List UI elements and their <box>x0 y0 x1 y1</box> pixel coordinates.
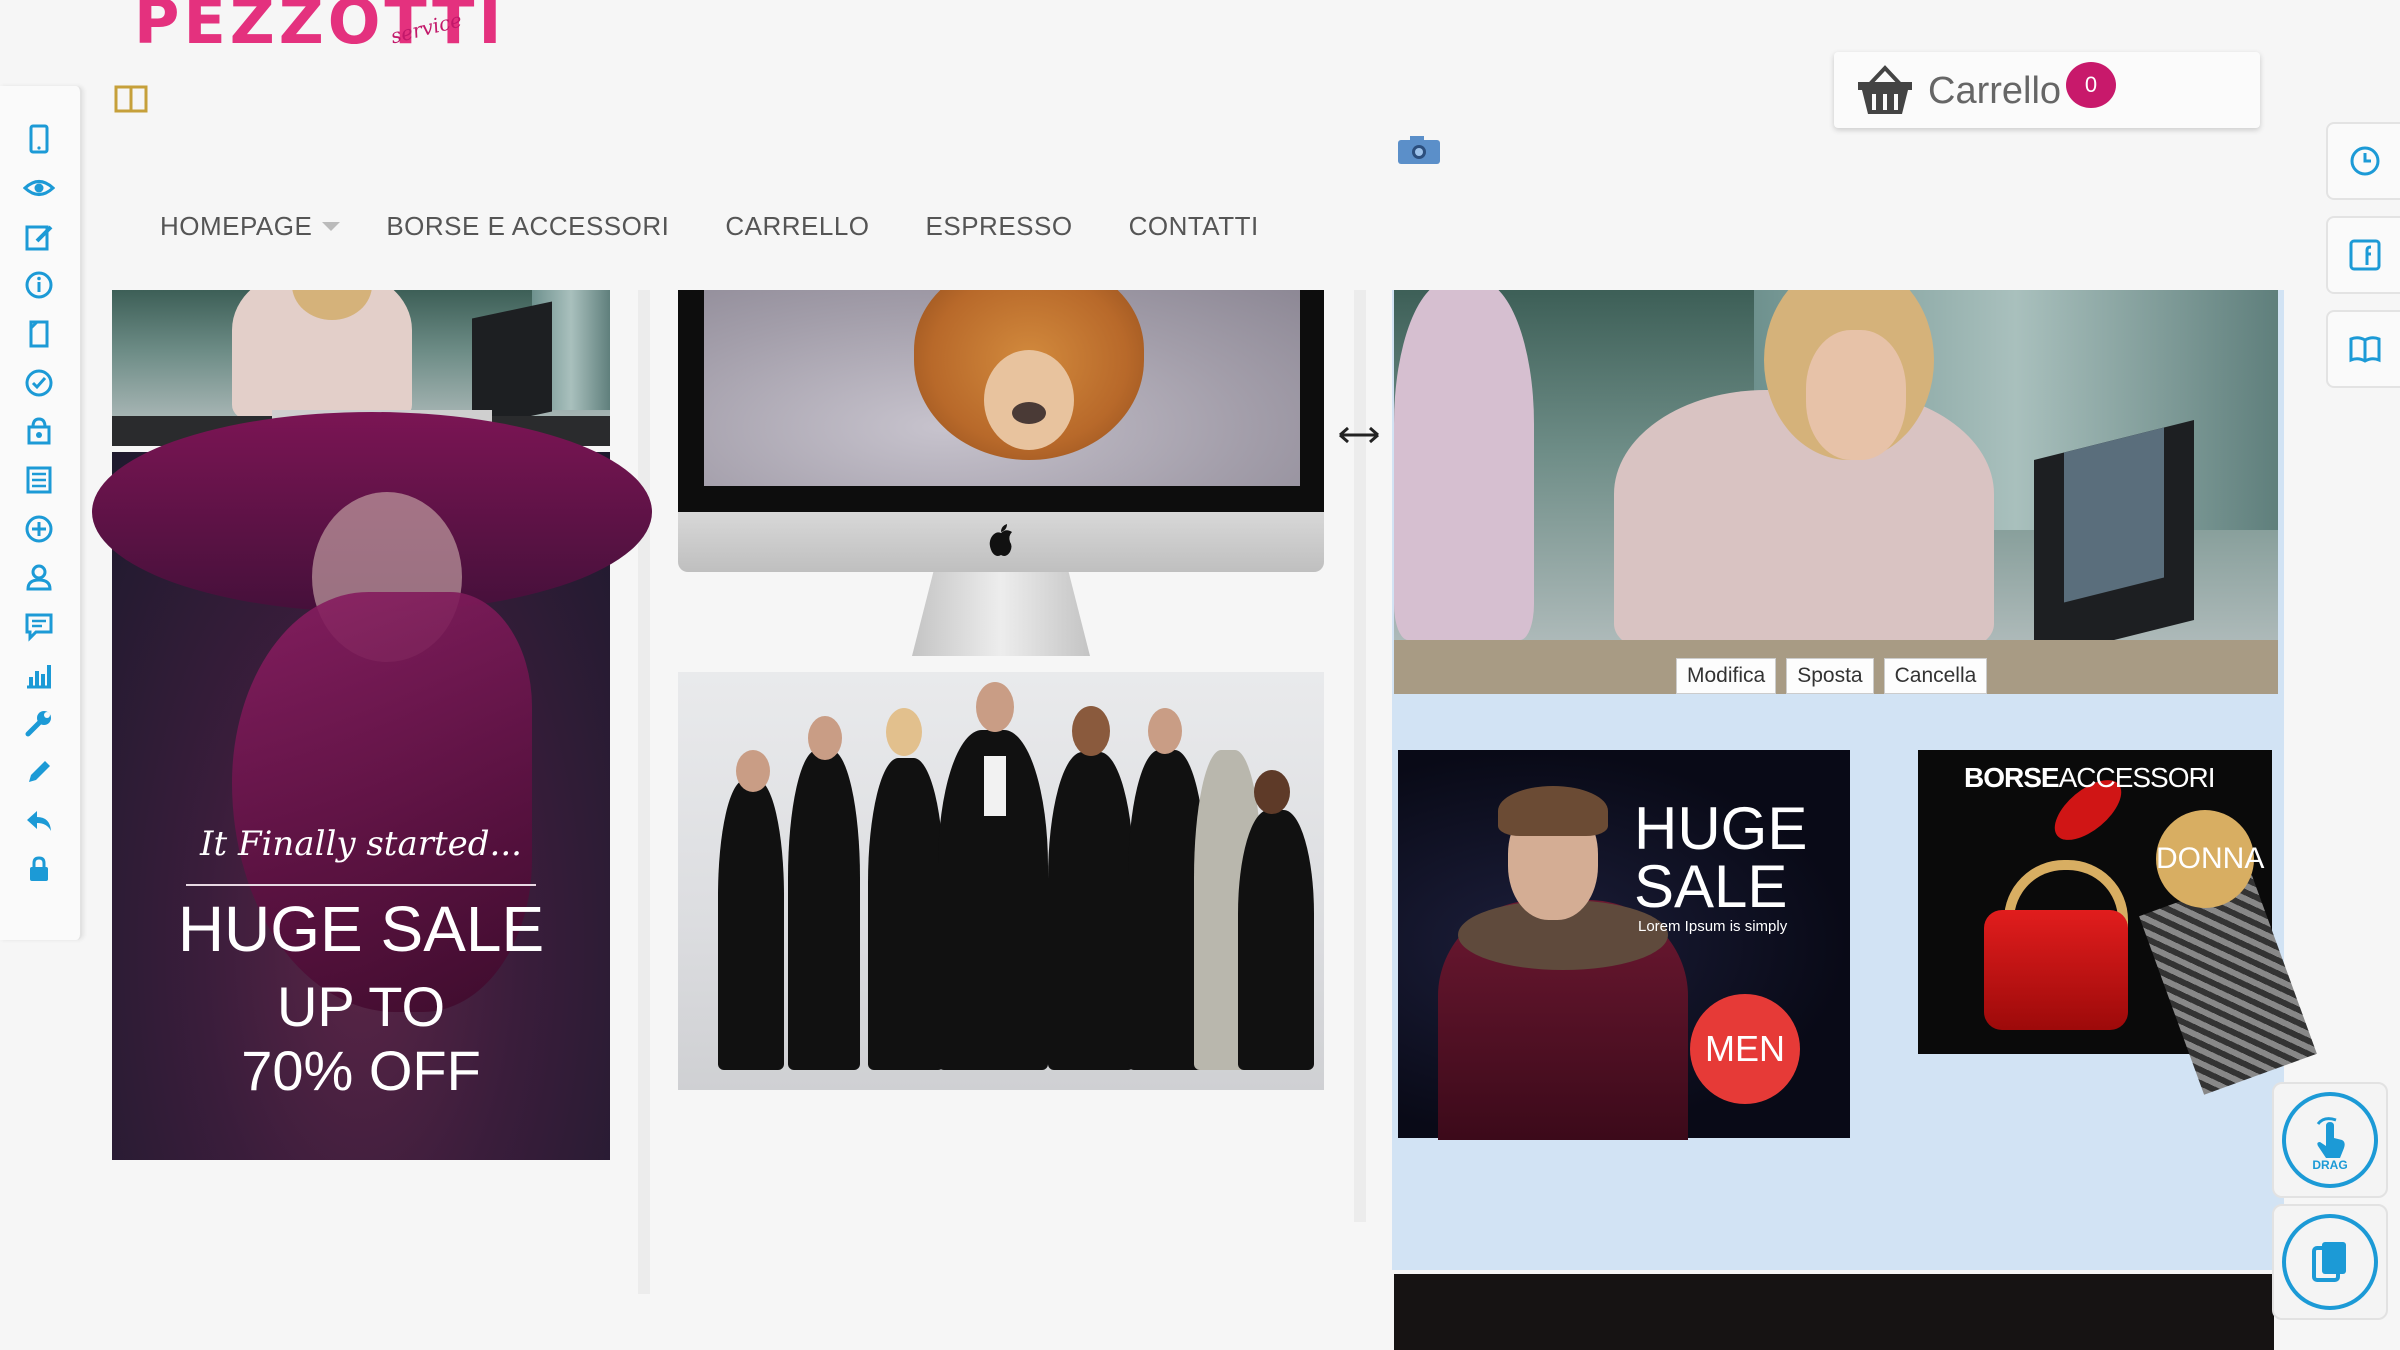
banner-headline: HUGE SALE <box>177 893 545 965</box>
wrench-icon[interactable] <box>20 704 58 742</box>
next-section-image[interactable] <box>1394 1274 2274 1350</box>
add-circle-icon[interactable] <box>20 510 58 548</box>
eye-icon[interactable] <box>20 169 58 207</box>
huge-sale-banner[interactable]: It Finally started... HUGE SALE UP TO 70… <box>92 412 652 1160</box>
nav-carrello[interactable]: CARRELLO <box>725 211 869 242</box>
history-button[interactable] <box>2326 122 2400 200</box>
men-sale-banner[interactable]: HUGE SALE Lorem Ipsum is simply MEN <box>1398 750 1850 1140</box>
clock-icon <box>2350 146 2380 176</box>
chart-icon[interactable] <box>20 656 58 694</box>
main-nav: HOMEPAGE BORSE E ACCESSORI CARRELLO ESPR… <box>160 206 1315 246</box>
chevron-down-icon <box>322 221 341 231</box>
men-badge: MEN <box>1690 994 1800 1104</box>
resize-horizontal-icon[interactable] <box>1336 420 1382 450</box>
nav-borse-accessori[interactable]: BORSE E ACCESSORI <box>386 211 669 242</box>
comment-icon[interactable] <box>20 607 58 645</box>
banner-script-text: It Finally started... <box>200 824 522 864</box>
copy-icon <box>2312 1242 2346 1282</box>
drag-button[interactable]: DRAG <box>2272 1082 2388 1198</box>
imac-screen-dog <box>704 290 1300 486</box>
move-block-button[interactable]: Sposta <box>1786 658 1874 694</box>
nav-homepage[interactable]: HOMEPAGE <box>160 211 341 242</box>
edit-block-button[interactable]: Modifica <box>1676 658 1777 694</box>
bag-banner-title: BORSEACCESSORI <box>1964 762 2216 793</box>
men-banner-subtitle: Lorem Ipsum is simply <box>1638 918 1788 935</box>
delete-block-button[interactable]: Cancella <box>1883 658 1988 694</box>
reply-icon[interactable] <box>20 802 58 840</box>
banner-line2: UP TO <box>276 975 446 1038</box>
cart-label: Carrello <box>1928 70 2062 112</box>
columns-layout-icon[interactable] <box>114 84 148 114</box>
bag-accessories-banner[interactable]: BORSEACCESSORI DONNA <box>1918 750 2317 1095</box>
facebook-icon <box>2349 239 2381 271</box>
book-icon <box>2349 336 2381 363</box>
user-icon[interactable] <box>20 558 58 596</box>
check-circle-icon[interactable] <box>20 364 58 402</box>
copy-button[interactable] <box>2272 1204 2388 1320</box>
basket-icon <box>1858 65 1912 114</box>
office-photo-large[interactable] <box>1394 290 2278 694</box>
block-edit-toolbar: Modifica Sposta Cancella <box>1676 658 1988 694</box>
edit-icon[interactable] <box>20 218 58 256</box>
nav-contatti[interactable]: CONTATTI <box>1129 211 1259 242</box>
pencil-icon[interactable] <box>20 753 58 791</box>
list-icon[interactable] <box>20 461 58 499</box>
imac-stand <box>912 572 1090 656</box>
tablet-icon[interactable] <box>20 120 58 158</box>
page-icon[interactable] <box>20 315 58 353</box>
banner-divider <box>186 884 536 886</box>
apple-logo-icon <box>989 524 1012 556</box>
nav-espresso[interactable]: ESPRESSO <box>926 211 1073 242</box>
camera-icon[interactable] <box>1398 136 1440 164</box>
men-banner-headline: HUGE SALE <box>1634 795 1808 920</box>
banner-line3: 70% OFF <box>241 1039 481 1102</box>
business-team-photo[interactable] <box>678 672 1324 1090</box>
info-icon[interactable] <box>20 266 58 304</box>
cart-widget[interactable]: Carrello 0 <box>1834 52 2260 128</box>
facebook-button[interactable] <box>2326 216 2400 294</box>
site-logo[interactable]: PEZZOTTI service <box>128 0 502 64</box>
drag-label: DRAG <box>2312 1158 2348 1172</box>
shop-icon[interactable] <box>20 412 58 450</box>
lock-icon[interactable] <box>20 850 58 888</box>
donna-badge: DONNA <box>2156 810 2264 908</box>
left-toolbar <box>0 86 82 940</box>
cart-count-badge: 0 <box>2066 62 2116 108</box>
column-divider <box>638 290 650 1294</box>
guide-button[interactable] <box>2326 310 2400 388</box>
